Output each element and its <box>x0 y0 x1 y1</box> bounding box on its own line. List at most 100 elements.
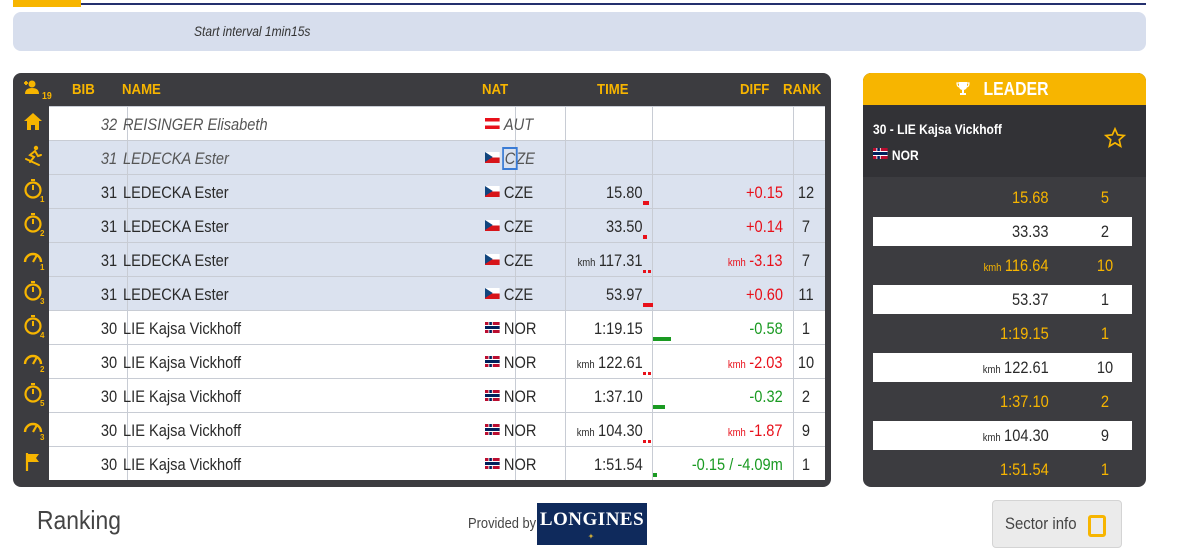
aut-flag-icon <box>485 118 500 129</box>
rank-cell: 10 <box>797 353 815 372</box>
cze-flag-icon <box>485 152 500 163</box>
table-row[interactable]: 30 LIE Kajsa Vickhoff NOR 1:37.10 -0.32 2 <box>49 378 825 412</box>
diff-indicator-bar <box>643 440 653 443</box>
athlete-name[interactable]: LEDECKA Ester <box>123 149 229 169</box>
leader-split-value: kmh 116.64 <box>984 256 1049 275</box>
svg-text:3: 3 <box>40 297 45 305</box>
column-divider <box>565 413 566 446</box>
provided-by-label: Provided by <box>468 515 537 532</box>
column-rank: RANK <box>783 81 822 98</box>
leader-split-value: 15.68 <box>1012 188 1049 207</box>
column-divider <box>565 175 566 208</box>
time-cell: 1:19.15 <box>594 319 643 338</box>
ranking-label: Ranking <box>37 505 121 535</box>
sector-info-label: Sector info <box>1005 514 1077 533</box>
cze-flag-icon <box>485 288 500 299</box>
diff-cell: -0.15 / -4.09m <box>691 455 783 474</box>
table-row[interactable]: 31 LEDECKA Ester CZE 33.50 +0.14 7 <box>49 208 825 242</box>
nation-cell: CZE <box>485 251 533 271</box>
leader-split-row: kmh 116.64 10 <box>873 251 1132 280</box>
table-row[interactable]: 30 LIE Kajsa Vickhoff NOR kmh 104.30 kmh -1.87… <box>49 412 825 446</box>
leader-split-row: 1:51.54 1 <box>873 455 1132 484</box>
nation-cell: AUT <box>485 115 533 135</box>
bib-cell: 31 <box>100 251 118 270</box>
start-interval-text: Start interval 1min15s <box>194 23 311 39</box>
bib-cell: 30 <box>100 421 118 440</box>
nation-cell: NOR <box>485 421 536 441</box>
table-row[interactable]: 31 LEDECKA Ester CZE 53.97 +0.60 11 <box>49 276 825 310</box>
leader-split-rank: 1 <box>1100 460 1110 479</box>
nation-cell: CZE <box>485 147 535 170</box>
skier-icon <box>23 145 43 167</box>
athlete-name[interactable]: LEDECKA Ester <box>123 251 229 271</box>
rank-cell: 12 <box>797 183 815 202</box>
rank-cell: 11 <box>798 285 814 304</box>
athlete-name[interactable]: REISINGER Elisabeth <box>123 115 268 135</box>
speed-gauge-2-icon: 2 <box>23 349 45 374</box>
leader-split-value: kmh 122.61 <box>982 358 1049 377</box>
svg-text:4: 4 <box>40 331 45 339</box>
athlete-name[interactable]: LEDECKA Ester <box>123 183 229 203</box>
time-cell: 15.80 <box>606 183 643 202</box>
table-row[interactable]: 31 LEDECKA Ester CZE kmh 117.31 kmh -3.13 7 <box>49 242 825 276</box>
athlete-name[interactable]: LIE Kajsa Vickhoff <box>123 387 241 407</box>
diff-indicator-bar <box>643 270 653 273</box>
leader-split-rank: 5 <box>1100 188 1110 207</box>
start-interval-bar: Start interval 1min15s <box>13 12 1146 51</box>
leader-split-row: 15.68 5 <box>873 183 1132 212</box>
column-divider <box>565 277 566 310</box>
svg-text:1: 1 <box>40 263 45 271</box>
table-row[interactable]: 30 LIE Kajsa Vickhoff NOR kmh 122.61 kmh -2.03… <box>49 344 825 378</box>
bib-cell: 31 <box>100 149 118 168</box>
diff-indicator-bar <box>643 303 653 307</box>
athlete-name[interactable]: LEDECKA Ester <box>123 285 229 305</box>
athlete-name[interactable]: LIE Kajsa Vickhoff <box>123 421 241 441</box>
leader-split-row: 53.37 1 <box>873 285 1132 314</box>
leader-split-row: 1:19.15 1 <box>873 319 1132 348</box>
table-row[interactable]: 30 LIE Kajsa Vickhoff NOR 1:19.15 -0.58 1 <box>49 310 825 344</box>
norway-flag-icon <box>873 148 888 159</box>
results-table: 19 BIB NAME NAT TIME DIFF RANK 32 REISING… <box>13 73 831 487</box>
rank-cell: 9 <box>801 421 811 440</box>
stopwatch-1-icon: 1 <box>23 179 45 204</box>
leader-split-rank: 9 <box>1100 426 1110 445</box>
column-divider <box>565 311 566 344</box>
table-row[interactable]: 32 REISINGER Elisabeth AUT <box>49 106 825 140</box>
table-row[interactable]: 31 LEDECKA Ester CZE 15.80 +0.15 12 <box>49 174 825 208</box>
column-divider <box>652 141 653 174</box>
leader-split-rank: 2 <box>1100 392 1110 411</box>
finish-flag-icon <box>23 451 43 473</box>
bib-cell: 31 <box>100 217 118 236</box>
column-divider <box>652 175 653 208</box>
rank-cell: 7 <box>801 251 811 270</box>
leader-info: 30 - LIE Kajsa Vickhoff NOR <box>863 105 1146 177</box>
starters-count: 19 <box>42 91 52 102</box>
athlete-name[interactable]: LIE Kajsa Vickhoff <box>123 353 241 373</box>
bib-cell: 31 <box>100 285 118 304</box>
diff-indicator-bar <box>643 201 649 205</box>
nation-cell: NOR <box>485 455 536 475</box>
athlete-name[interactable]: LEDECKA Ester <box>123 217 229 237</box>
diff-cell: kmh -3.13 <box>728 251 783 270</box>
nation-cell: NOR <box>485 353 536 373</box>
trophy-icon <box>956 82 971 95</box>
athlete-name[interactable]: LIE Kajsa Vickhoff <box>123 319 241 339</box>
time-cell: 53.97 <box>606 285 643 304</box>
table-row[interactable]: 30 LIE Kajsa Vickhoff NOR 1:51.54 -0.15 / -4… <box>49 446 825 480</box>
leader-split-rank: 10 <box>1096 358 1114 377</box>
leader-name: 30 - LIE Kajsa Vickhoff <box>873 121 1002 137</box>
time-cell: 1:51.54 <box>594 455 643 474</box>
table-row[interactable]: 31 LEDECKA Ester CZE <box>49 140 825 174</box>
column-divider <box>565 379 566 412</box>
diff-cell: +0.60 <box>746 285 783 304</box>
athlete-name[interactable]: LIE Kajsa Vickhoff <box>123 455 241 475</box>
speed-gauge-1-icon: 1 <box>23 247 45 272</box>
sector-info-button[interactable]: Sector info <box>992 500 1122 548</box>
nation-cell: NOR <box>485 387 536 407</box>
nor-flag-icon <box>485 458 500 469</box>
column-bib: BIB <box>72 81 95 98</box>
column-divider <box>793 107 794 140</box>
favorite-star-icon[interactable] <box>1104 127 1126 149</box>
column-divider <box>565 141 566 174</box>
leader-split-value: 1:37.10 <box>1000 392 1049 411</box>
